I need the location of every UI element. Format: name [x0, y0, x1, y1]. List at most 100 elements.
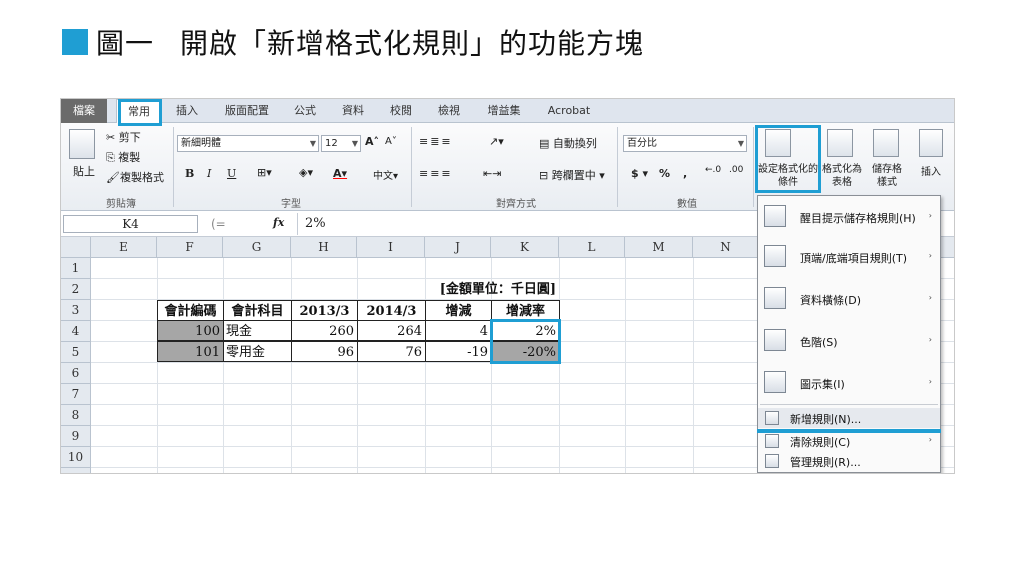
table-cell[interactable]: 4 [425, 320, 492, 341]
decrease-decimal-button[interactable]: .00 [729, 165, 743, 175]
table-cell[interactable]: 零用金 [223, 341, 292, 362]
tab-addins[interactable]: 增益集 [481, 99, 527, 123]
tab-page-layout[interactable]: 版面配置 [219, 99, 275, 123]
formula-input[interactable]: 2% [305, 216, 326, 231]
orientation-icon[interactable]: ↗▾ [489, 135, 504, 148]
menu-item-new-rule[interactable]: 新增規則(N)... [758, 408, 940, 428]
phonetic-button[interactable]: 中文▾ [373, 167, 398, 182]
col-header-h[interactable]: H [291, 237, 357, 258]
name-box[interactable]: K4 [63, 215, 198, 233]
font-name-combo[interactable]: 新細明體 ▼ [177, 135, 319, 152]
border-icon[interactable]: ⊞▾ [257, 166, 272, 179]
row-header[interactable]: 6 [61, 363, 91, 384]
percent-button[interactable]: % [659, 167, 670, 180]
table-header-cell[interactable]: 會計編碼 [157, 300, 224, 321]
copy-button[interactable]: ⎘ 複製 [106, 149, 140, 165]
table-cell[interactable]: 100 [157, 320, 224, 341]
fx-button[interactable]: fx [273, 216, 284, 229]
bold-button[interactable]: B [185, 167, 194, 180]
table-cell[interactable]: 76 [357, 341, 426, 362]
row-header[interactable]: 4 [61, 321, 91, 342]
menu-item-top-bottom-rules[interactable]: 頂端/底端項目規則(T) › [758, 240, 940, 274]
font-size-combo[interactable]: 12 ▼ [321, 135, 361, 152]
col-header-g[interactable]: G [223, 237, 291, 258]
menu-item-color-scales[interactable]: 色階(S) › [758, 324, 940, 358]
currency-button[interactable]: $ ▾ [631, 167, 648, 180]
tab-formulas[interactable]: 公式 [287, 99, 323, 123]
row-header[interactable]: 1 [61, 258, 91, 279]
paste-icon[interactable] [69, 129, 95, 159]
row-header[interactable]: 7 [61, 384, 91, 405]
col-header-m[interactable]: M [625, 237, 693, 258]
row-header[interactable]: 11 [61, 468, 91, 473]
number-format-value: 百分比 [627, 138, 657, 149]
menu-item-data-bars[interactable]: 資料橫條(D) › [758, 282, 940, 316]
col-header-l[interactable]: L [559, 237, 625, 258]
underline-button[interactable]: U [227, 167, 236, 180]
grow-font-label: A [365, 135, 374, 148]
table-cell[interactable]: 現金 [223, 320, 292, 341]
menu-divider [760, 404, 938, 405]
row-header[interactable]: 10 [61, 447, 91, 468]
italic-button[interactable]: I [207, 167, 211, 180]
select-all-corner[interactable] [61, 237, 91, 258]
tab-insert[interactable]: 插入 [169, 99, 205, 123]
col-header-f[interactable]: F [157, 237, 223, 258]
menu-item-clear-rules[interactable]: 清除規則(C) › [758, 432, 940, 450]
wrap-text-button[interactable]: ▤ 自動換列 [539, 135, 597, 151]
col-header-e[interactable]: E [91, 237, 157, 258]
table-cell[interactable]: -19 [425, 341, 492, 362]
insert-cells-button[interactable]: 插入 [921, 163, 941, 178]
shrink-font-button[interactable]: A˅ [385, 136, 397, 147]
cancel-formula-icon[interactable]: (= [211, 217, 226, 231]
row-header[interactable]: 3 [61, 300, 91, 321]
table-header-cell[interactable]: 增減 [425, 300, 492, 321]
menu-item-label: 頂端/底端項目規則(T) [800, 252, 908, 265]
number-format-combo[interactable]: 百分比 ▼ [623, 135, 747, 152]
menu-item-manage-rules[interactable]: 管理規則(R)... [758, 452, 940, 470]
table-cell[interactable]: 260 [291, 320, 358, 341]
row-header[interactable]: 5 [61, 342, 91, 363]
row-header[interactable]: 8 [61, 405, 91, 426]
align-left-icons[interactable]: ≡≡≡ [419, 167, 453, 180]
menu-item-highlight-rules[interactable]: 醒目提示儲存格規則(H) › [758, 200, 940, 234]
table-cell[interactable]: 264 [357, 320, 426, 341]
insert-cells-icon[interactable] [919, 129, 943, 157]
unit-note[interactable]: [金額單位：千日圓] [391, 279, 559, 300]
cut-button[interactable]: ✂ 剪下 [106, 129, 141, 145]
table-cell[interactable]: 101 [157, 341, 224, 362]
indent-icons[interactable]: ⇤⇥ [483, 167, 501, 180]
tab-review[interactable]: 校閱 [383, 99, 419, 123]
table-header-cell[interactable]: 增減率 [491, 300, 560, 321]
row-header[interactable]: 2 [61, 279, 91, 300]
increase-decimal-button[interactable]: ←.0 [705, 165, 721, 175]
font-color-button[interactable]: A▾ [333, 167, 347, 180]
col-header-j[interactable]: J [425, 237, 491, 258]
tab-data[interactable]: 資料 [335, 99, 371, 123]
merge-center-button[interactable]: ⊟ 跨欄置中 ▾ [539, 167, 605, 183]
col-header-n[interactable]: N [693, 237, 759, 258]
table-header-cell[interactable]: 2013/3 [291, 300, 358, 321]
table-cell[interactable]: 96 [291, 341, 358, 362]
col-header-k[interactable]: K [491, 237, 559, 258]
menu-item-icon-sets[interactable]: 圖示集(I) › [758, 366, 940, 400]
comma-button[interactable]: , [683, 167, 687, 180]
col-header-i[interactable]: I [357, 237, 425, 258]
cell-styles-button[interactable]: 儲存格樣式 [869, 163, 905, 189]
tab-acrobat[interactable]: Acrobat [541, 99, 597, 123]
format-as-table-icon[interactable] [827, 129, 853, 157]
row-header[interactable]: 9 [61, 426, 91, 447]
table-header-cell[interactable]: 會計科目 [223, 300, 292, 321]
align-top-icons[interactable]: ≡≣≡ [419, 135, 453, 148]
grow-font-button[interactable]: A˄ [365, 135, 379, 148]
gridline [625, 258, 626, 473]
cell-styles-icon[interactable] [873, 129, 899, 157]
paste-label[interactable]: 貼上 [73, 163, 95, 179]
tab-file[interactable]: 檔案 [61, 99, 107, 123]
fill-color-icon[interactable]: ◈▾ [299, 166, 313, 179]
tab-view[interactable]: 檢視 [431, 99, 467, 123]
format-as-table-button[interactable]: 格式化為表格 [819, 163, 865, 189]
table-header-cell[interactable]: 2014/3 [357, 300, 426, 321]
format-painter-button[interactable]: 🖌複製格式 [106, 169, 164, 185]
top-bottom-icon [764, 245, 786, 267]
